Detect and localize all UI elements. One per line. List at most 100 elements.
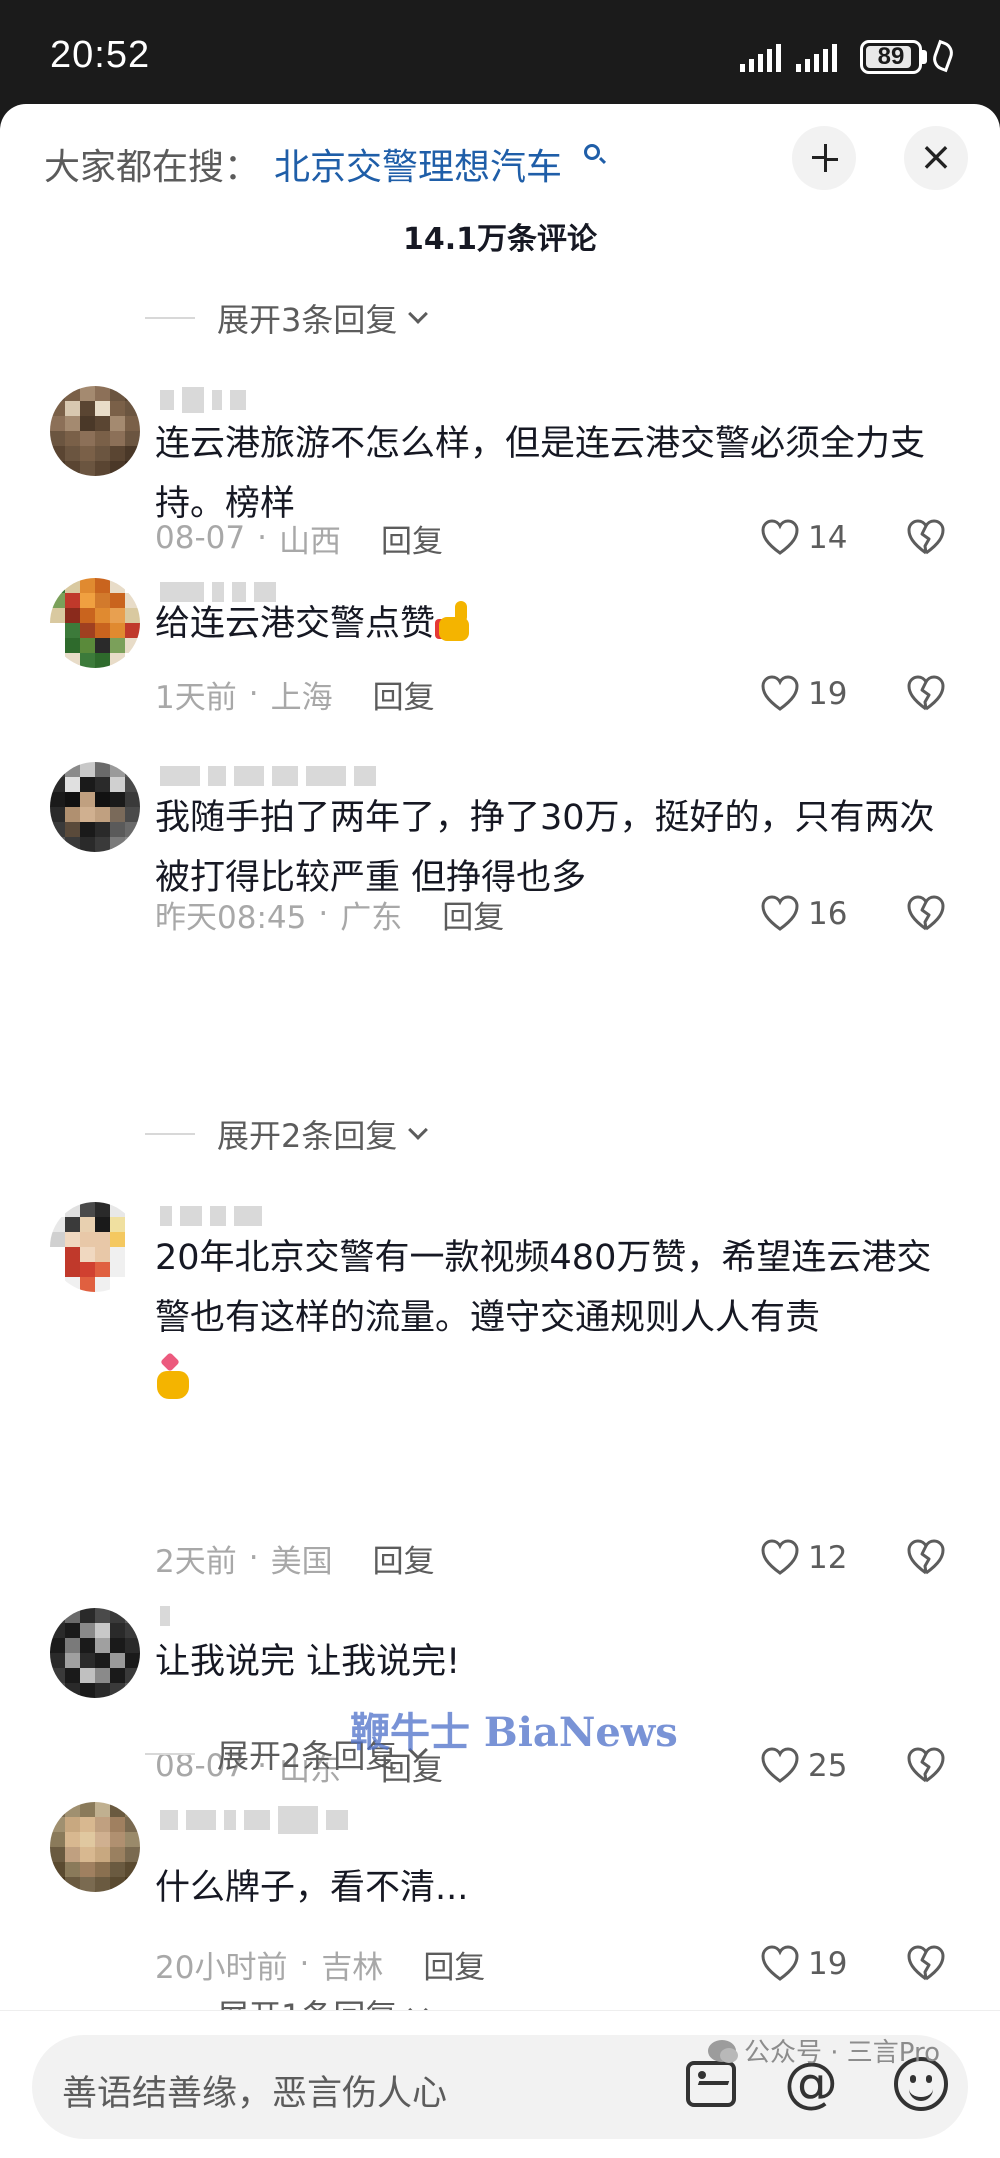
like-button[interactable]: 19 — [760, 1942, 847, 1986]
username-redacted[interactable] — [160, 386, 246, 414]
heart-icon — [761, 1747, 799, 1783]
meta-separator: · — [318, 896, 329, 932]
divider — [145, 317, 195, 319]
comment-text: 给连云港交警点赞 — [155, 594, 965, 654]
like-button[interactable]: 12 — [760, 1536, 847, 1580]
comment-time: 1天前 — [155, 679, 237, 716]
expand-replies-label: 展开2条回复 — [217, 1117, 398, 1155]
comment-location: 上海 — [270, 679, 333, 716]
like-button[interactable]: 16 — [760, 892, 847, 936]
close-button[interactable]: × — [904, 126, 968, 190]
comment-text-body: 给连云港交警点赞 — [155, 604, 436, 644]
comment-meta: 20小时前 · 吉林 回复 — [155, 1942, 485, 1986]
comment-time: 2天前 — [155, 1543, 237, 1580]
avatar[interactable] — [50, 1608, 140, 1698]
close-icon: × — [919, 134, 953, 180]
comment-location: 吉林 — [321, 1949, 384, 1986]
thumbs-up-emoji-icon — [435, 599, 479, 643]
meta-separator: · — [257, 520, 267, 556]
collapse-button[interactable] — [792, 126, 856, 190]
signal-strength-icon — [740, 42, 784, 72]
watermark-text: 鞭牛士 BiaNews — [350, 1709, 678, 1756]
battery-tip — [922, 50, 927, 64]
battery-level: 89 — [877, 43, 905, 70]
wechat-icon — [708, 2039, 738, 2063]
expand-replies-label: 展开3条回复 — [217, 301, 398, 339]
reply-button[interactable]: 回复 — [381, 516, 443, 561]
chevron-down-icon — [408, 304, 429, 324]
dislike-broken-heart-icon[interactable] — [906, 1944, 946, 1984]
like-count: 16 — [808, 896, 848, 932]
reply-button[interactable]: 回复 — [373, 672, 435, 717]
source-watermark: 公众号 · 三言Pro — [708, 2032, 940, 2069]
username-redacted[interactable] — [160, 1806, 348, 1834]
comment-meta: 08-07 · 山西 回复 — [155, 516, 443, 560]
wifi-signal-icon — [796, 42, 840, 72]
like-count: 14 — [808, 520, 848, 556]
heart-icon — [761, 895, 799, 931]
like-button[interactable]: 19 — [760, 672, 847, 716]
comment-meta: 1天前 · 上海 回复 — [155, 672, 435, 716]
trending-search-prefix: 大家都在搜： — [44, 147, 261, 188]
comment-text: 20年北京交警有一款视频480万赞，希望连云港交警也有这样的流量。遵守交通规则人… — [155, 1228, 965, 1408]
comment-location: 山西 — [278, 523, 341, 560]
avatar[interactable] — [50, 386, 140, 476]
status-time: 20:52 — [50, 34, 151, 76]
dislike-broken-heart-icon[interactable] — [906, 1538, 946, 1578]
dislike-broken-heart-icon[interactable] — [906, 894, 946, 934]
comment-location: 美国 — [270, 1543, 333, 1580]
expand-replies-button[interactable]: 展开2条回复 — [145, 1114, 429, 1155]
avatar[interactable] — [50, 1802, 140, 1892]
like-button[interactable]: 25 — [760, 1744, 847, 1788]
search-icon[interactable] — [584, 144, 600, 160]
meta-separator: · — [248, 676, 259, 712]
like-count: 25 — [808, 1748, 848, 1784]
username-redacted[interactable] — [160, 1602, 170, 1630]
trending-search-link[interactable]: 北京交警理想汽车 — [274, 138, 562, 190]
dislike-broken-heart-icon[interactable] — [906, 1746, 946, 1786]
heart-hands-emoji-icon — [155, 1352, 195, 1403]
expand-replies-button[interactable]: 展开3条回复 — [145, 298, 429, 339]
like-count: 19 — [808, 676, 848, 712]
dislike-broken-heart-icon[interactable] — [906, 518, 946, 558]
comment-time: 昨天08:45 — [155, 899, 307, 936]
like-count: 12 — [808, 1540, 848, 1576]
comment-text: 什么牌子，看不清... — [155, 1868, 469, 1908]
power-saving-leaf-icon — [929, 39, 957, 73]
comment-meta: 2天前 · 美国 回复 — [155, 1536, 435, 1580]
comment-location: 广东 — [340, 899, 403, 936]
divider — [145, 1753, 195, 1755]
like-count: 19 — [808, 1946, 848, 1982]
trending-search-row: 大家都在搜： 北京交警理想汽车 × — [0, 104, 1000, 214]
like-button[interactable]: 14 — [760, 516, 847, 560]
heart-icon — [761, 1945, 799, 1981]
comment-input-placeholder: 善语结善缘，恶言伤人心 — [62, 2074, 448, 2114]
heart-icon — [761, 675, 799, 711]
avatar[interactable] — [50, 1202, 140, 1292]
collapse-icon — [806, 140, 842, 176]
comment-text-body: 20年北京交警有一款视频480万赞，希望连云港交警也有这样的流量。遵守交通规则人… — [155, 1238, 932, 1338]
chevron-down-icon — [408, 1120, 429, 1140]
battery-icon: 89 — [860, 40, 922, 74]
comment-count: 14.1万条评论 — [402, 222, 598, 257]
dislike-broken-heart-icon[interactable] — [906, 674, 946, 714]
reply-button[interactable]: 回复 — [373, 1536, 435, 1581]
meta-separator: · — [248, 1540, 259, 1576]
comment-time: 08-07 — [155, 520, 246, 556]
reply-button[interactable]: 回复 — [442, 892, 504, 937]
comment-text: 我随手拍了两年了，挣了30万，挺好的，只有两次被打得比较严重 但挣得也多 — [155, 798, 935, 898]
divider — [145, 1133, 195, 1135]
comment-sheet: 大家都在搜： 北京交警理想汽车 × 14.1万条评论 展开3条回复 连云港旅游不… — [0, 104, 1000, 2158]
source-watermark-text: 公众号 · 三言Pro — [744, 2038, 941, 2068]
heart-icon — [761, 1539, 799, 1575]
username-redacted[interactable] — [160, 1202, 262, 1230]
comment-meta: 昨天08:45 · 广东 回复 — [155, 892, 504, 936]
reply-button[interactable]: 回复 — [423, 1942, 485, 1987]
comment-text: 让我说完 让我说完! — [155, 1642, 461, 1682]
avatar[interactable] — [50, 762, 140, 852]
meta-separator: · — [299, 1946, 310, 1982]
status-bar: 20:52 89 — [0, 0, 1000, 104]
avatar[interactable] — [50, 578, 140, 668]
heart-icon — [761, 519, 799, 555]
username-redacted[interactable] — [160, 762, 376, 790]
